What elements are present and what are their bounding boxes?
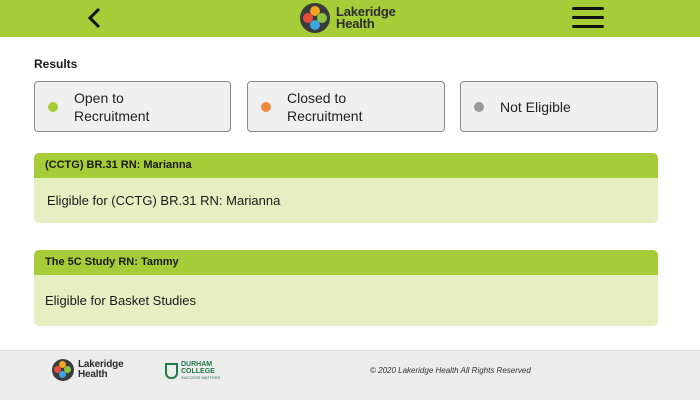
results-heading: Results [34,57,78,71]
partner-line1: DURHAM [181,361,213,368]
legend-label: Closed to Recruitment [287,89,363,124]
app-header: Lakeridge Health [0,0,700,37]
legend-closed-to-recruitment[interactable]: Closed to Recruitment [247,81,445,132]
legend-label: Not Eligible [500,98,571,115]
copyright-text: © 2020 Lakeridge Health All Rights Reser… [370,366,531,375]
back-arrow-icon[interactable] [84,7,106,29]
shield-icon [165,362,178,379]
footer-lakeridge-logo: Lakeridge Health [52,359,124,381]
durham-college-logo: DURHAM COLLEGE SUCCESS MATTERS [165,361,220,380]
partner-tagline: SUCCESS MATTERS [181,375,221,380]
lakeridge-logo-icon [300,3,330,33]
header-logo: Lakeridge Health [300,1,396,35]
legend-open-to-recruitment[interactable]: Open to Recruitment [34,81,231,132]
gray-status-dot-icon [474,101,484,112]
green-status-dot-icon [48,101,58,112]
partner-line2: COLLEGE [181,368,215,375]
page-footer: Lakeridge Health DURHAM COLLEGE SUCCESS … [0,350,700,400]
card-body: Eligible for Basket Studies [45,293,197,308]
legend-not-eligible[interactable]: Not Eligible [460,81,658,132]
legend-label: Open to Recruitment [74,89,150,124]
brand-name-line2: Health [336,16,375,31]
card-title: The 5C Study RN: Tammy [34,250,658,275]
card-title: (CCTG) BR.31 RN: Marianna [34,153,658,178]
orange-status-dot-icon [261,101,271,112]
hamburger-menu-icon[interactable] [572,7,604,29]
result-card-cctg-br31[interactable]: (CCTG) BR.31 RN: Marianna Eligible for (… [34,153,658,223]
result-card-5c-study[interactable]: The 5C Study RN: Tammy Eligible for Bask… [34,250,658,326]
card-body: Eligible for (CCTG) BR.31 RN: Marianna [47,193,281,208]
lakeridge-logo-icon [52,359,74,381]
footer-brand-line2: Health [78,369,108,380]
